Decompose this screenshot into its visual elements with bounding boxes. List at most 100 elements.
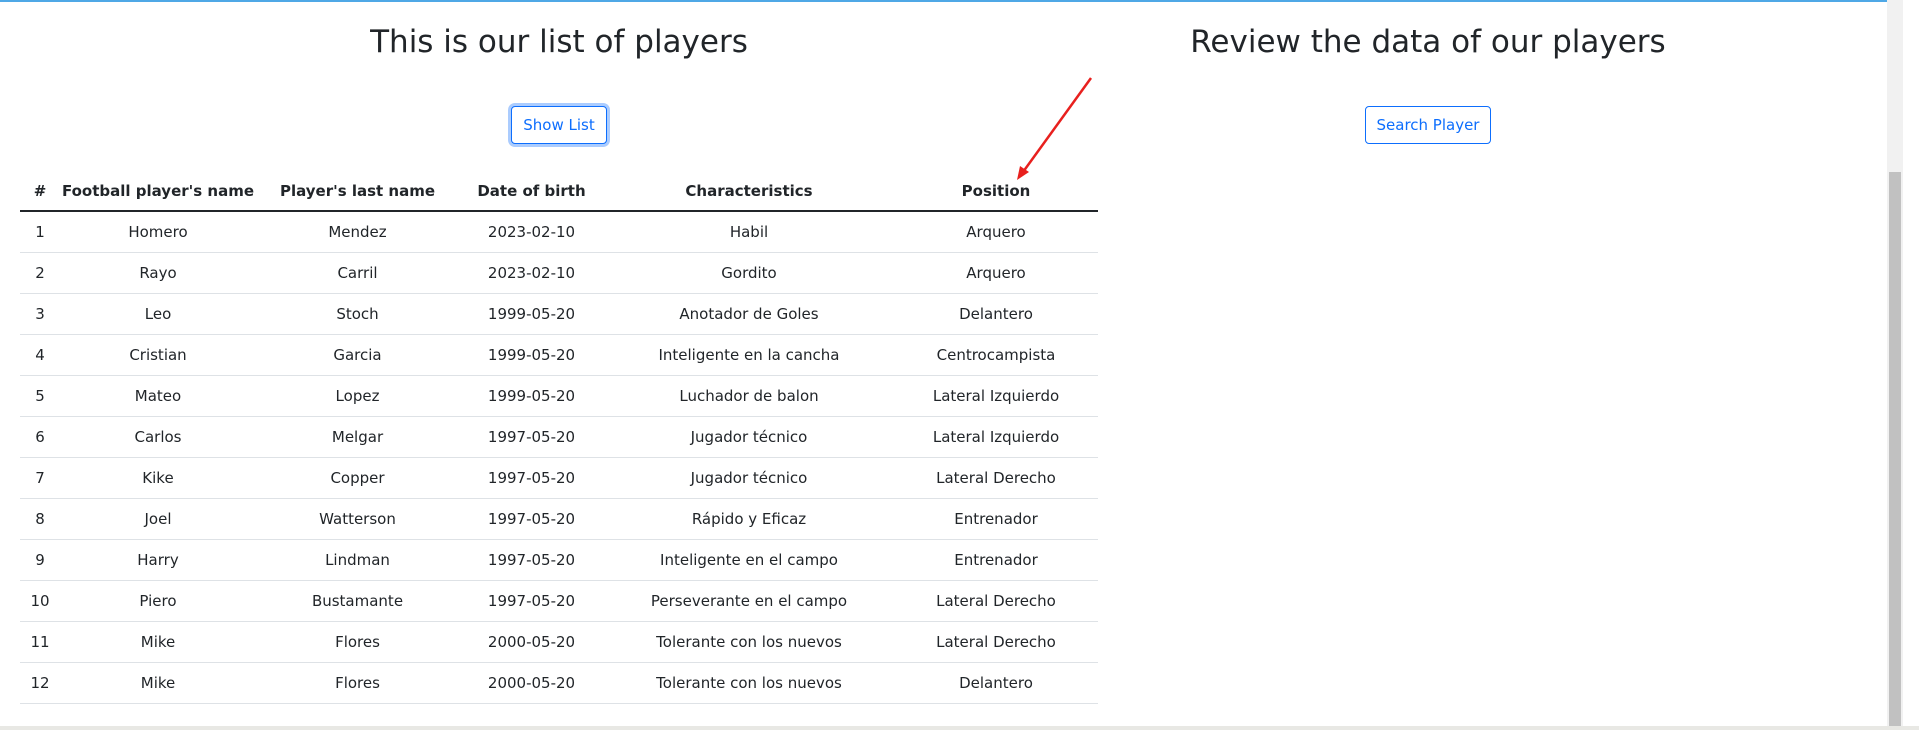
review-section: Review the data of our players Search Pl… xyxy=(1098,2,1758,154)
cell-last-name: Flores xyxy=(256,621,459,663)
cell-last-name: Bustamante xyxy=(256,580,459,622)
cell-date-of-birth: 2000-05-20 xyxy=(459,621,604,663)
cell-position: Arquero xyxy=(894,252,1098,294)
cell-date-of-birth: 2023-02-10 xyxy=(459,252,604,294)
search-player-button[interactable]: Search Player xyxy=(1364,106,1492,144)
cell-position: Lateral Izquierdo xyxy=(894,416,1098,458)
players-list-title: This is our list of players xyxy=(370,24,748,60)
cell-characteristics: Inteligente en el campo xyxy=(604,539,894,581)
cell-first-name: Piero xyxy=(60,580,256,622)
table-row: 5 Mateo Lopez 1999-05-20 Luchador de balon La… xyxy=(20,375,1098,417)
cell-date-of-birth: 1999-05-20 xyxy=(459,375,604,417)
cell-number: 12 xyxy=(20,662,60,704)
cell-number: 10 xyxy=(20,580,60,622)
cell-last-name: Watterson xyxy=(256,498,459,540)
cell-date-of-birth: 2000-05-20 xyxy=(459,662,604,704)
cell-last-name: Mendez xyxy=(256,211,459,253)
cell-date-of-birth: 1999-05-20 xyxy=(459,293,604,335)
cell-position: Entrenador xyxy=(894,539,1098,581)
cell-first-name: Harry xyxy=(60,539,256,581)
cell-date-of-birth: 1997-05-20 xyxy=(459,580,604,622)
cell-date-of-birth: 1997-05-20 xyxy=(459,539,604,581)
header-characteristics: Characteristics xyxy=(604,171,894,212)
cell-last-name: Copper xyxy=(256,457,459,499)
vertical-scrollbar[interactable] xyxy=(1887,0,1903,726)
table-row: 4 Cristian Garcia 1999-05-20 Inteligente en … xyxy=(20,334,1098,376)
cell-position: Entrenador xyxy=(894,498,1098,540)
cell-characteristics: Tolerante con los nuevos xyxy=(604,621,894,663)
cell-first-name: Mateo xyxy=(60,375,256,417)
cell-position: Lateral Derecho xyxy=(894,457,1098,499)
cell-number: 8 xyxy=(20,498,60,540)
players-table-header-row: # Football player's name Player's last n… xyxy=(20,171,1098,212)
page: This is our list of players Show List # … xyxy=(0,0,1903,726)
table-row: 9 Harry Lindman 1997-05-20 Inteligente en el… xyxy=(20,539,1098,581)
cell-number: 4 xyxy=(20,334,60,376)
cell-number: 6 xyxy=(20,416,60,458)
cell-position: Centrocampista xyxy=(894,334,1098,376)
header-date-of-birth: Date of birth xyxy=(459,171,604,212)
cell-characteristics: Perseverante en el campo xyxy=(604,580,894,622)
cell-position: Lateral Izquierdo xyxy=(894,375,1098,417)
annotation-arrow-shaft xyxy=(1021,77,1093,173)
cell-last-name: Lopez xyxy=(256,375,459,417)
cell-first-name: Carlos xyxy=(60,416,256,458)
cell-first-name: Rayo xyxy=(60,252,256,294)
cell-last-name: Carril xyxy=(256,252,459,294)
cell-number: 7 xyxy=(20,457,60,499)
cell-number: 2 xyxy=(20,252,60,294)
header-first-name: Football player's name xyxy=(60,171,256,212)
cell-position: Lateral Derecho xyxy=(894,621,1098,663)
cell-first-name: Joel xyxy=(60,498,256,540)
cell-last-name: Lindman xyxy=(256,539,459,581)
table-row: 11 Mike Flores 2000-05-20 Tolerante con los … xyxy=(20,621,1098,663)
players-list-section: This is our list of players Show List # … xyxy=(20,2,1098,704)
search-player-row: Search Player xyxy=(1098,86,1758,154)
bottom-edge-bar xyxy=(0,726,1919,730)
cell-date-of-birth: 1997-05-20 xyxy=(459,416,604,458)
cell-number: 9 xyxy=(20,539,60,581)
table-row: 1 Homero Mendez 2023-02-10 Habil Arquero xyxy=(20,211,1098,253)
cell-characteristics: Habil xyxy=(604,211,894,253)
cell-characteristics: Gordito xyxy=(604,252,894,294)
table-row: 6 Carlos Melgar 1997-05-20 Jugador técnico La… xyxy=(20,416,1098,458)
table-row: 12 Mike Flores 2000-05-20 Tolerante con los … xyxy=(20,662,1098,704)
players-table-body: 1 Homero Mendez 2023-02-10 Habil Arquero 2 Rayo… xyxy=(20,211,1098,704)
header-last-name: Player's last name xyxy=(256,171,459,212)
cell-first-name: Kike xyxy=(60,457,256,499)
cell-first-name: Cristian xyxy=(60,334,256,376)
table-row: 8 Joel Watterson 1997-05-20 Rápido y Eficaz E… xyxy=(20,498,1098,540)
cell-first-name: Homero xyxy=(60,211,256,253)
cell-position: Lateral Derecho xyxy=(894,580,1098,622)
show-list-row: Show List xyxy=(20,86,1098,154)
review-title: Review the data of our players xyxy=(1190,24,1666,60)
cell-characteristics: Anotador de Goles xyxy=(604,293,894,335)
cell-date-of-birth: 1999-05-20 xyxy=(459,334,604,376)
annotation-arrow xyxy=(1017,77,1093,180)
table-row: 2 Rayo Carril 2023-02-10 Gordito Arquero xyxy=(20,252,1098,294)
cell-characteristics: Jugador técnico xyxy=(604,457,894,499)
show-list-button[interactable]: Show List xyxy=(511,106,607,144)
table-row: 10 Piero Bustamante 1997-05-20 Perseverante … xyxy=(20,580,1098,622)
cell-characteristics: Luchador de balon xyxy=(604,375,894,417)
table-row: 3 Leo Stoch 1999-05-20 Anotador de Goles Dela… xyxy=(20,293,1098,335)
table-row: 7 Kike Copper 1997-05-20 Jugador técnico Late… xyxy=(20,457,1098,499)
scrollbar-thumb[interactable] xyxy=(1889,172,1901,726)
cell-first-name: Leo xyxy=(60,293,256,335)
cell-date-of-birth: 1997-05-20 xyxy=(459,457,604,499)
cell-first-name: Mike xyxy=(60,662,256,704)
cell-position: Delantero xyxy=(894,662,1098,704)
cell-number: 11 xyxy=(20,621,60,663)
cell-characteristics: Tolerante con los nuevos xyxy=(604,662,894,704)
cell-position: Arquero xyxy=(894,211,1098,253)
cell-number: 3 xyxy=(20,293,60,335)
header-number: # xyxy=(20,171,60,212)
cell-number: 5 xyxy=(20,375,60,417)
cell-last-name: Melgar xyxy=(256,416,459,458)
cell-position: Delantero xyxy=(894,293,1098,335)
cell-first-name: Mike xyxy=(60,621,256,663)
cell-last-name: Stoch xyxy=(256,293,459,335)
cell-date-of-birth: 2023-02-10 xyxy=(459,211,604,253)
cell-characteristics: Jugador técnico xyxy=(604,416,894,458)
cell-number: 1 xyxy=(20,211,60,253)
